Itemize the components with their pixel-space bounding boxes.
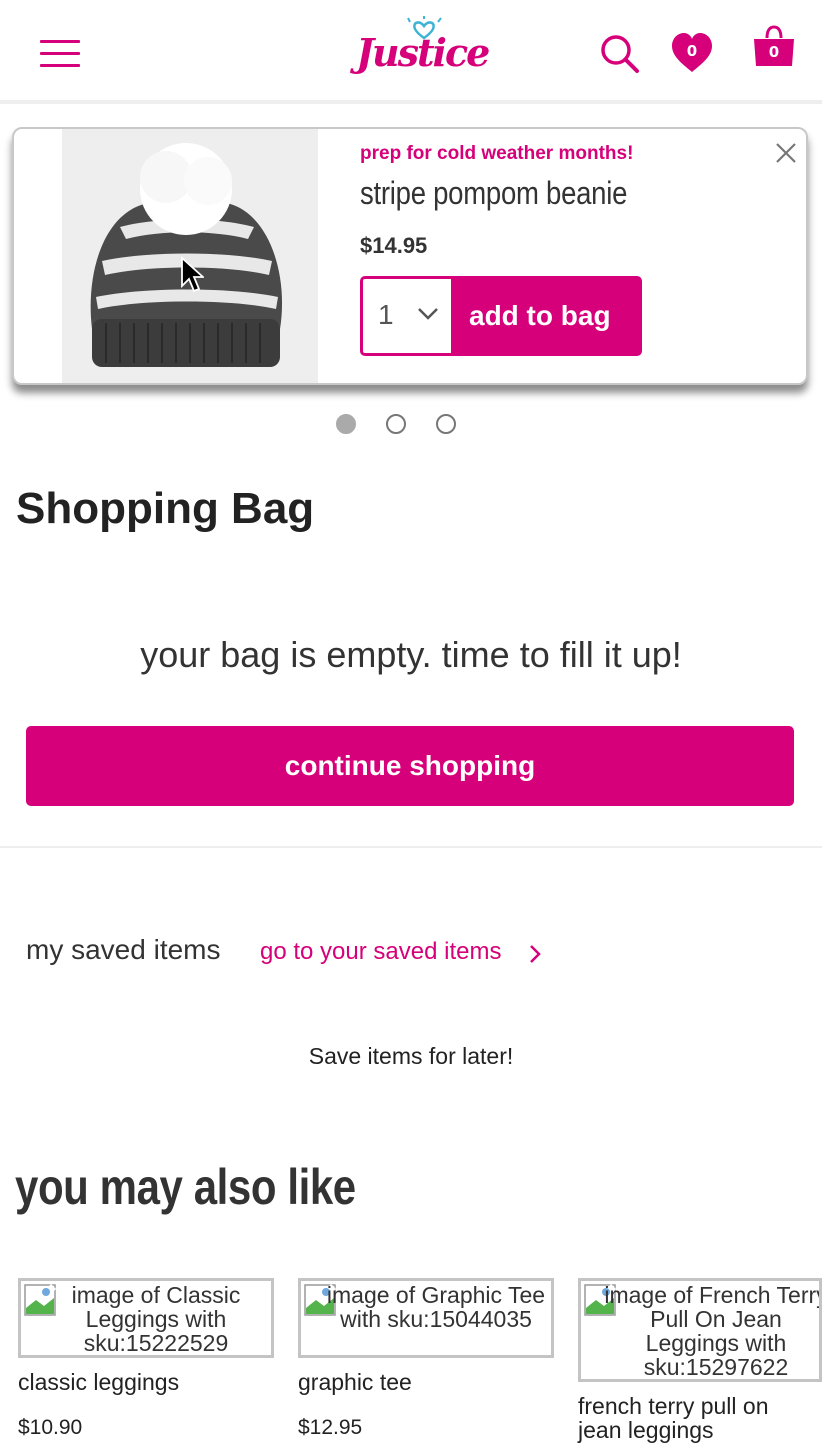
- promo-price: $14.95: [360, 233, 428, 258]
- product-price: $10.90: [18, 1416, 83, 1439]
- section-divider: [0, 846, 822, 848]
- wishlist-count: 0: [686, 42, 698, 60]
- carousel-dot-2[interactable]: [386, 414, 406, 434]
- promo-card: prep for cold weather months! stripe pom…: [12, 127, 808, 385]
- shopping-bag-icon[interactable]: 0: [752, 24, 796, 70]
- wishlist-heart-icon[interactable]: 0: [670, 32, 714, 74]
- empty-bag-message: your bag is empty. time to fill it up!: [140, 634, 682, 675]
- menu-icon[interactable]: [40, 40, 80, 68]
- beanie-product-image[interactable]: [62, 129, 318, 383]
- quantity-select[interactable]: 1: [363, 279, 451, 353]
- product-image-alt: image of French Terry Pull On Jean Leggi…: [604, 1282, 822, 1380]
- product-image[interactable]: image of French Terry Pull On Jean Leggi…: [578, 1278, 822, 1382]
- beanie-illustration: [62, 129, 318, 383]
- site-header: Justice 0 0: [0, 0, 822, 104]
- chevron-right-icon[interactable]: [528, 944, 542, 964]
- quantity-value: 1: [378, 299, 394, 330]
- close-icon[interactable]: [774, 141, 798, 165]
- continue-shopping-button[interactable]: continue shopping: [26, 726, 794, 806]
- product-name[interactable]: graphic tee: [298, 1370, 412, 1394]
- promo-tagline: prep for cold weather months!: [360, 143, 634, 164]
- product-image-alt: image of Graphic Tee with sku:15044035: [326, 1282, 546, 1332]
- product-image[interactable]: image of Classic Leggings with sku:15222…: [18, 1278, 274, 1358]
- product-name[interactable]: classic leggings: [18, 1370, 179, 1394]
- logo-text: Justice: [356, 30, 490, 75]
- product-card: image of French Terry Pull On Jean Leggi…: [578, 1278, 822, 1442]
- bag-count: 0: [768, 43, 780, 61]
- product-image-alt: image of Classic Leggings with sku:15222…: [71, 1282, 241, 1356]
- recommendations-title: you may also like: [15, 1159, 356, 1215]
- product-price: $12.95: [298, 1416, 363, 1439]
- chevron-down-icon: [418, 308, 438, 320]
- saved-items-empty-message: Save items for later!: [308, 1043, 514, 1069]
- carousel-dot-1[interactable]: [336, 414, 356, 434]
- saved-items-link[interactable]: go to your saved items: [260, 938, 501, 966]
- product-card: image of Classic Leggings with sku:15222…: [18, 1278, 274, 1439]
- carousel-dot-3[interactable]: [436, 414, 456, 434]
- product-name[interactable]: french terry pull on jean leggings: [578, 1394, 818, 1442]
- promo-product-name[interactable]: stripe pompom beanie: [360, 175, 627, 212]
- add-to-bag-button[interactable]: add to bag: [451, 279, 639, 353]
- search-icon[interactable]: [600, 34, 640, 74]
- justice-logo[interactable]: Justice: [356, 16, 490, 84]
- quantity-add-group: 1 add to bag: [360, 276, 642, 356]
- page-title: Shopping Bag: [16, 484, 315, 533]
- product-image[interactable]: image of Graphic Tee with sku:15044035: [298, 1278, 554, 1358]
- saved-items-title: my saved items: [26, 934, 221, 965]
- product-card: image of Graphic Tee with sku:15044035 g…: [298, 1278, 554, 1439]
